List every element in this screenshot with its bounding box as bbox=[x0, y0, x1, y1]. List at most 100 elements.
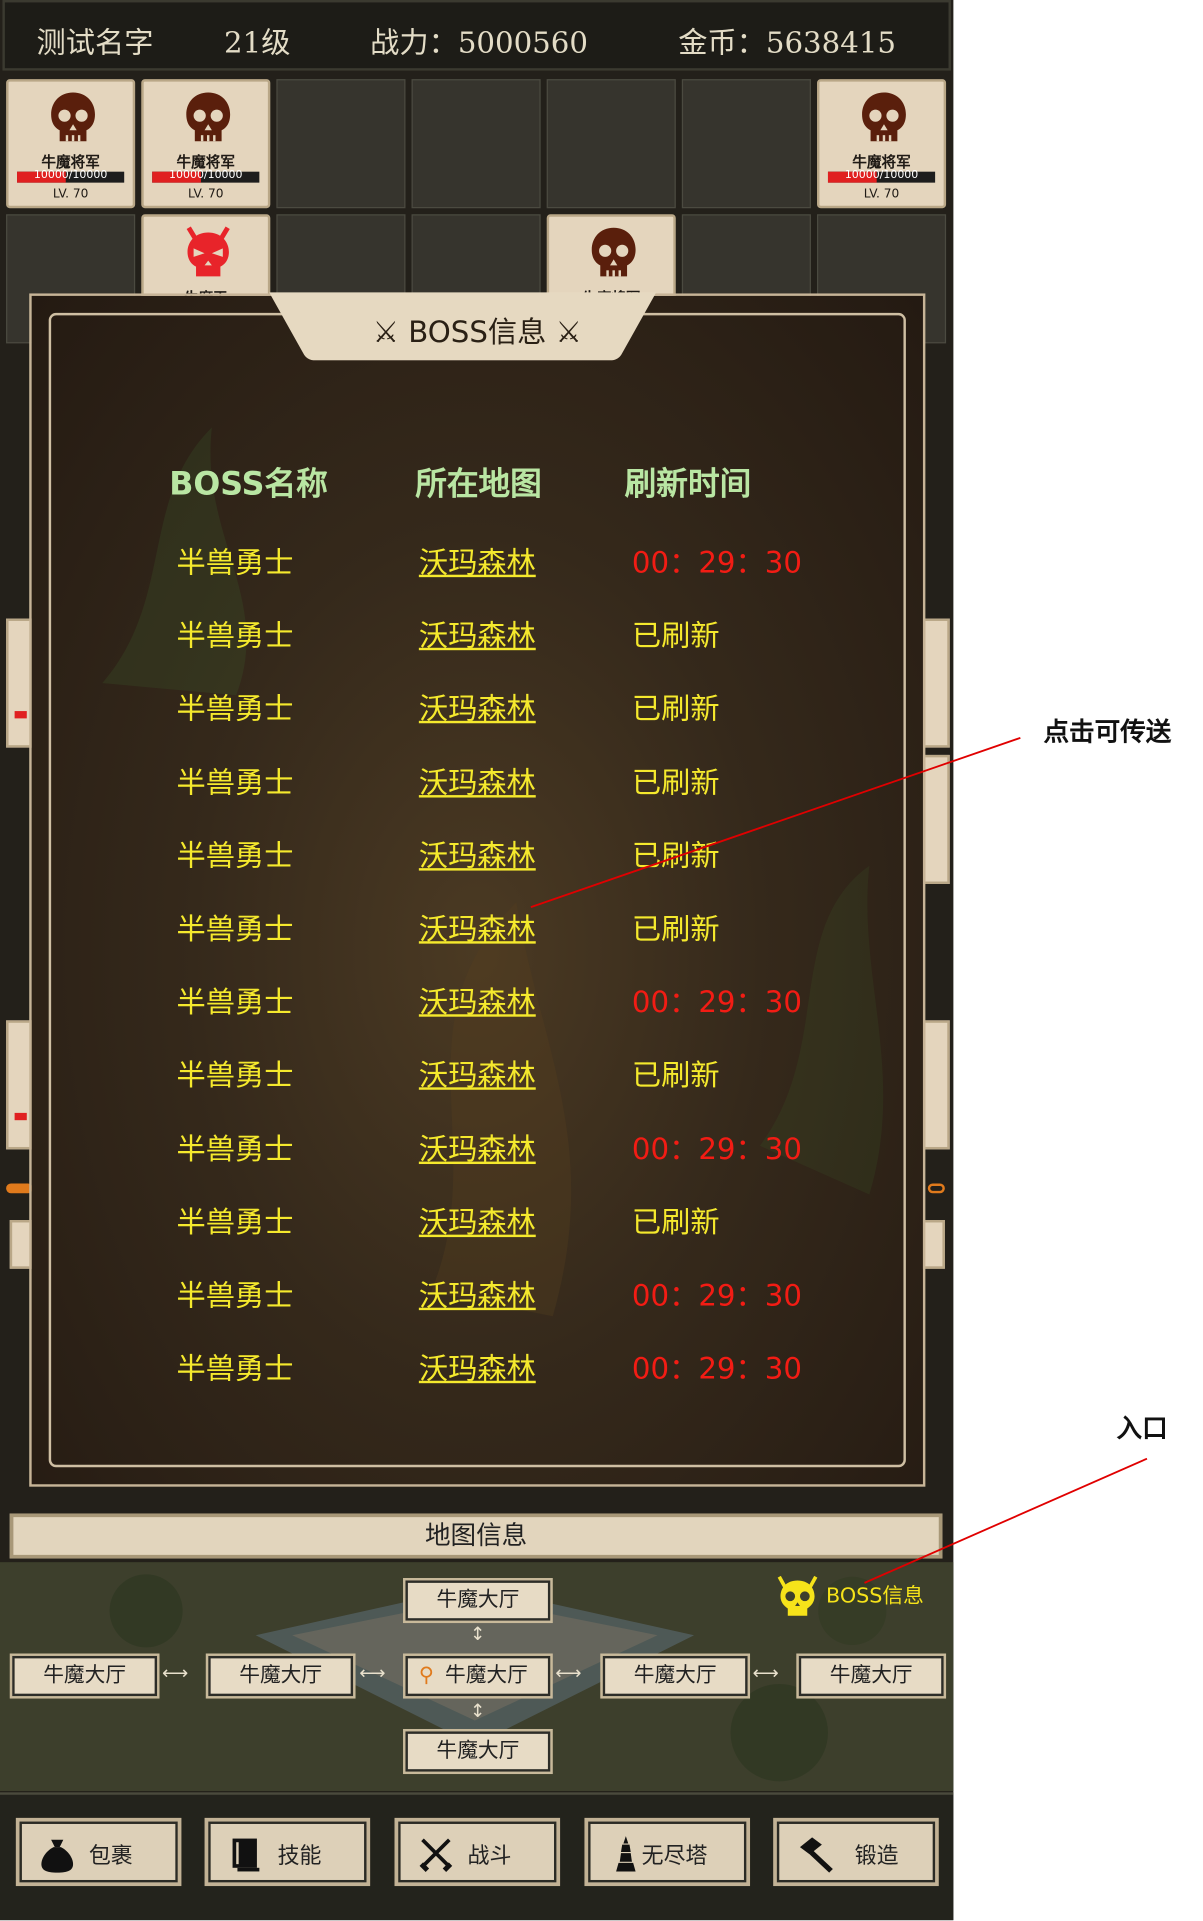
swords-icon bbox=[419, 1838, 453, 1872]
boss-name: 半兽勇士 bbox=[176, 838, 294, 873]
boss-name: 半兽勇士 bbox=[176, 1058, 294, 1093]
nav-forge-button[interactable]: 锻造 bbox=[773, 1817, 939, 1887]
boss-name: 半兽勇士 bbox=[176, 545, 294, 580]
nav-bag-button[interactable]: 包裹 bbox=[15, 1817, 182, 1887]
boss-map-link[interactable]: 沃玛森林 bbox=[419, 611, 536, 654]
entry-annotation: 入口 bbox=[1116, 1413, 1168, 1443]
boss-map-link[interactable]: 沃玛森林 bbox=[419, 1125, 536, 1168]
grid-cell[interactable] bbox=[546, 79, 676, 209]
boss-refresh-time: 00：29：30 bbox=[631, 1351, 802, 1386]
boss-name: 半兽勇士 bbox=[176, 765, 294, 800]
nav-tower-button[interactable]: 无尽塔 bbox=[584, 1817, 751, 1887]
status-bar: 测试名字 21级 战力：5000560 金币：5638415 bbox=[2, 0, 951, 71]
boss-row: 半兽勇士 沃玛森林 已刷新 bbox=[32, 685, 923, 734]
hidden-card-edge bbox=[922, 618, 950, 748]
boss-row: 半兽勇士 沃玛森林 已刷新 bbox=[32, 1198, 923, 1247]
hidden-card-edge bbox=[922, 1020, 950, 1150]
boss-map-link[interactable]: 沃玛森林 bbox=[419, 758, 536, 801]
boss-refresh-time: 已刷新 bbox=[631, 838, 720, 873]
header-refresh-time: 刷新时间 bbox=[624, 466, 752, 503]
boss-row: 半兽勇士 沃玛森林 已刷新 bbox=[32, 611, 923, 660]
boss-row: 半兽勇士 沃玛森林 00：29：30 bbox=[32, 978, 923, 1027]
crossed-swords-icon: ⚔ bbox=[372, 315, 399, 350]
boss-refresh-time: 已刷新 bbox=[631, 1058, 720, 1093]
boss-refresh-time: 已刷新 bbox=[631, 765, 720, 800]
boss-map-link[interactable]: 沃玛森林 bbox=[419, 978, 536, 1021]
boss-row: 半兽勇士 沃玛森林 00：29：30 bbox=[32, 1125, 923, 1174]
nav-bag-label: 包裹 bbox=[88, 1843, 133, 1870]
boss-name: 半兽勇士 bbox=[176, 692, 294, 727]
book-icon bbox=[232, 1838, 260, 1872]
arrow-left-right-icon: ⟷ bbox=[161, 1662, 189, 1684]
modal-title: ⚔ BOSS信息 ⚔ bbox=[32, 308, 923, 351]
bag-icon bbox=[41, 1839, 74, 1873]
boss-map-link[interactable]: 沃玛森林 bbox=[419, 831, 536, 874]
boss-info-modal: ⚔ BOSS信息 ⚔ BOSS名称 所在地图 刷新时间 半兽勇士 沃玛森林 00：2… bbox=[29, 292, 926, 1487]
boss-row: 半兽勇士 沃玛森林 已刷新 bbox=[32, 831, 923, 880]
map-node-bottom[interactable]: 牛魔大厅 bbox=[403, 1728, 553, 1775]
skull-icon bbox=[186, 92, 231, 142]
map-info-title: 地图信息 bbox=[9, 1513, 943, 1559]
player-power: 战力：5000560 bbox=[370, 25, 588, 60]
header-map: 所在地图 bbox=[415, 466, 542, 503]
map-node-left[interactable]: 牛魔大厅 bbox=[205, 1653, 356, 1699]
crossed-swords-icon: ⚔ bbox=[555, 315, 582, 350]
boss-name: 半兽勇士 bbox=[176, 1278, 294, 1313]
boss-map-link[interactable]: 沃玛森林 bbox=[419, 538, 536, 581]
boss-name: 半兽勇士 bbox=[176, 1131, 294, 1166]
nav-tower-label: 无尽塔 bbox=[641, 1843, 708, 1870]
nav-forge-label: 锻造 bbox=[854, 1843, 899, 1870]
map-node-right-far[interactable]: 牛魔大厅 bbox=[796, 1653, 947, 1699]
boss-row: 半兽勇士 沃玛森林 00：29：30 bbox=[32, 1344, 923, 1393]
game-screen: 测试名字 21级 战力：5000560 金币：5638415 牛魔将军 1000… bbox=[0, 0, 954, 1921]
boss-row: 半兽勇士 沃玛森林 已刷新 bbox=[32, 758, 923, 807]
monster-card[interactable]: 牛魔将军 10000/10000 LV. 70 bbox=[6, 79, 136, 209]
boss-map-link[interactable]: 沃玛森林 bbox=[419, 1344, 536, 1387]
location-pin-icon: ⚲ bbox=[418, 1663, 435, 1688]
arrow-left-right-icon: ⟷ bbox=[555, 1662, 582, 1684]
grid-cell[interactable] bbox=[681, 79, 811, 209]
monster-card[interactable]: 牛魔将军 10000/10000 LV. 70 bbox=[141, 79, 271, 209]
boss-row: 半兽勇士 沃玛森林 00：29：30 bbox=[32, 538, 923, 587]
nav-skill-label: 技能 bbox=[277, 1843, 322, 1870]
boss-map-link[interactable]: 沃玛森林 bbox=[419, 1198, 536, 1241]
header-boss-name: BOSS名称 bbox=[169, 466, 328, 503]
demon-skull-icon bbox=[186, 226, 230, 277]
monster-hp-bar: 10000/10000 bbox=[152, 169, 260, 183]
player-level: 21级 bbox=[224, 25, 291, 60]
monster-card[interactable]: 牛魔将军 10000/10000 LV. 70 bbox=[817, 79, 947, 209]
boss-map-link[interactable]: 沃玛森林 bbox=[419, 1051, 536, 1094]
nav-battle-label: 战斗 bbox=[467, 1843, 512, 1870]
boss-map-link[interactable]: 沃玛森林 bbox=[419, 905, 536, 948]
boss-name: 半兽勇士 bbox=[176, 618, 294, 653]
nav-battle-button[interactable]: 战斗 bbox=[394, 1817, 561, 1887]
grid-cell[interactable] bbox=[276, 79, 406, 209]
skull-icon bbox=[862, 92, 906, 142]
boss-refresh-time: 已刷新 bbox=[631, 911, 720, 947]
nav-skill-button[interactable]: 技能 bbox=[204, 1817, 371, 1887]
arrow-left-right-icon: ⟷ bbox=[752, 1662, 779, 1684]
boss-refresh-time: 已刷新 bbox=[631, 692, 720, 727]
boss-map-link[interactable]: 沃玛森林 bbox=[419, 1271, 536, 1314]
boss-refresh-time: 00：29：30 bbox=[631, 545, 802, 580]
boss-map-link[interactable]: 沃玛森林 bbox=[419, 685, 536, 728]
boss-refresh-time: 00：29：30 bbox=[631, 985, 802, 1020]
boss-info-entry[interactable]: BOSS信息 bbox=[776, 1575, 924, 1617]
map-node-top[interactable]: 牛魔大厅 bbox=[403, 1578, 553, 1624]
map-node-right[interactable]: 牛魔大厅 bbox=[600, 1653, 751, 1699]
arrow-up-down-icon: ↕ bbox=[469, 1699, 486, 1722]
grid-cell[interactable] bbox=[411, 79, 541, 209]
hammer-icon bbox=[799, 1837, 833, 1873]
teleport-annotation: 点击可传送 bbox=[1043, 717, 1172, 747]
boss-refresh-time: 已刷新 bbox=[631, 618, 720, 653]
player-name: 测试名字 bbox=[36, 25, 154, 60]
map-node-current[interactable]: ⚲ 牛魔大厅 bbox=[403, 1653, 553, 1699]
boss-name: 半兽勇士 bbox=[176, 1205, 294, 1240]
demon-skull-icon bbox=[777, 1575, 818, 1616]
player-gold: 金币：5638415 bbox=[678, 25, 897, 60]
map-node-left-far[interactable]: 牛魔大厅 bbox=[9, 1653, 160, 1699]
monster-level: LV. 70 bbox=[188, 187, 224, 201]
boss-refresh-time: 已刷新 bbox=[631, 1205, 720, 1240]
monster-hp-bar: 10000/10000 bbox=[17, 169, 125, 183]
boss-row: 半兽勇士 沃玛森林 00：29：30 bbox=[32, 1271, 923, 1320]
